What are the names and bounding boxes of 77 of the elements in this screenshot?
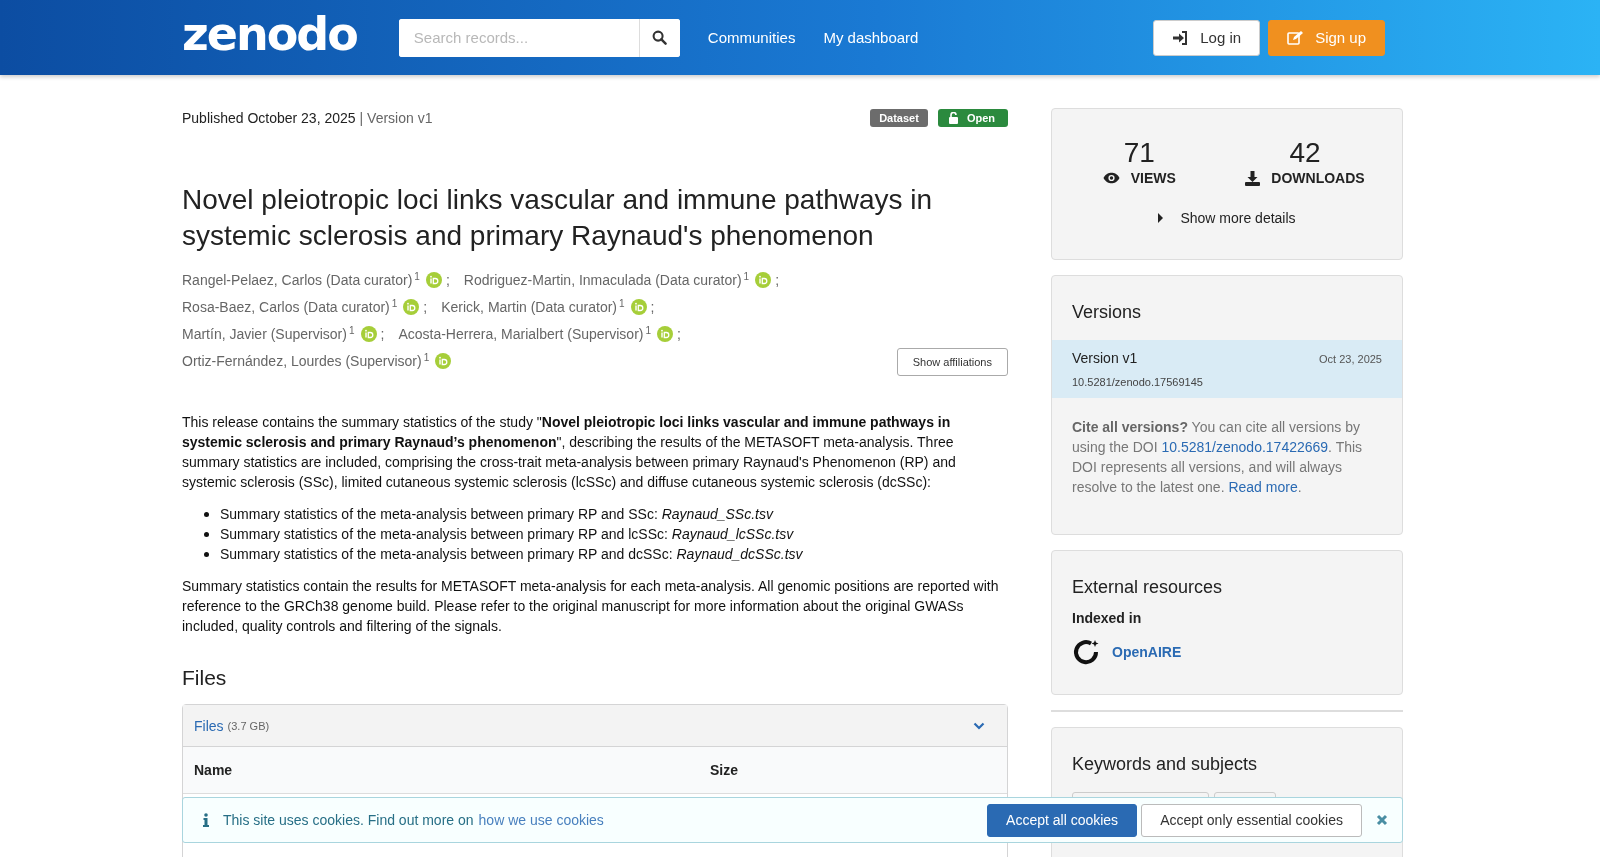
affiliation-mark: 1: [391, 299, 398, 309]
creator-link[interactable]: Rosa-Baez, Carlos (Data curator): [182, 298, 390, 315]
stat-value: 42: [1289, 139, 1321, 167]
stat-label: DOWNLOADS: [1271, 170, 1365, 186]
orcid-icon[interactable]: [435, 352, 452, 369]
list-item: Summary statistics of the meta-analysis between primary RP and lcSSc: Raynaud_lcSSc.tsv: [220, 525, 794, 544]
column-header: Size: [710, 762, 738, 778]
files-size: (3.7 GB): [227, 719, 270, 732]
version-item[interactable]: Version v1 Oct 23, 2025 10.5281/zenodo.17569145: [1052, 340, 1402, 398]
files-panel-header[interactable]: Files (3.7 GB): [183, 705, 1007, 747]
orcid-icon[interactable]: [630, 298, 647, 315]
orcid-icon[interactable]: [425, 271, 442, 288]
description-paragraph: This release contains the summary statistics of the study "Novel pleiotropic loci links vascular and immune pathways in systemic sclerosis and primary Raynaud’s phenomenon", describing the results of the METASOFT meta-analysis. Three summary statistics are included, comprising the cross-trait meta-analysis between primary Raynaud's Phenomenon (RP) and systemic sclerosis (SSc), limited cutaneous systemic sclerosis (lcSSc) and diffuse cutaneous systemic sclerosis (dcSSc):: [182, 413, 957, 492]
files-heading: Files: [182, 666, 228, 690]
description-paragraph: Summary statistics contain the results for METASOFT meta-analysis for each meta-analysis. All genomic positions are reported with reference to the GRCh38 genome build. Please refer to the original manuscript for more information about the original GWASs included, quality controls and filtering of the signals.: [182, 577, 1000, 636]
show-more-details-link[interactable]: Show more details: [1158, 210, 1296, 226]
affiliation-mark: 1: [423, 353, 430, 363]
affiliation-mark: 1: [743, 272, 750, 282]
info-icon: [203, 813, 209, 827]
logo[interactable]: zenodo: [182, 10, 357, 57]
affiliation-mark: 1: [645, 326, 652, 336]
separator: ;: [775, 271, 779, 288]
access-badge: Open: [937, 109, 1008, 127]
separator: ;: [423, 298, 428, 315]
close-icon[interactable]: [1376, 814, 1388, 826]
record-title: Novel pleiotropic loci links vascular and immune pathways in systemic sclerosis and primary Raynaud's phenomenon: [182, 183, 934, 253]
cookie-policy-link[interactable]: how we use cookies: [478, 812, 604, 828]
publication-date: Published October 23, 2025: [182, 110, 356, 126]
version-label: | Version v1: [359, 110, 433, 126]
eye-icon: [1102, 172, 1120, 184]
creator-link[interactable]: Martín, Javier (Supervisor): [182, 325, 347, 342]
separator: ;: [445, 271, 450, 288]
nav-link[interactable]: My dashboard: [823, 29, 919, 46]
nav-link[interactable]: Communities: [707, 29, 796, 46]
login-button[interactable]: Log in: [1153, 19, 1261, 56]
search-field[interactable]: Search records...: [398, 18, 680, 57]
card-title: Versions: [1072, 302, 1143, 323]
creator-link[interactable]: Kerick, Martin (Data curator): [441, 298, 618, 315]
orcid-icon[interactable]: [403, 298, 420, 315]
accept-essential-button[interactable]: Accept only essential cookies: [1141, 803, 1362, 837]
cite-text: Cite all versions? You can cite all versions by using the DOI 10.5281/zenodo.17422669. This DOI represents all versions, and will always resolve to the latest one. Read more.: [1072, 418, 1364, 497]
card-title: External resources: [1072, 577, 1224, 598]
orcid-icon[interactable]: [360, 325, 377, 342]
column-header: Name: [194, 762, 234, 778]
search-icon: [652, 30, 668, 45]
list-item: Summary statistics of the meta-analysis between primary RP and SSc: Raynaud_SSc.tsv: [220, 505, 773, 524]
affiliation-mark: 1: [414, 272, 420, 282]
card-title: Keywords and subjects: [1072, 754, 1259, 775]
separator: ;: [650, 298, 655, 315]
files-title[interactable]: Files: [194, 717, 224, 734]
separator: ;: [380, 325, 385, 342]
stat-value: 71: [1123, 139, 1155, 167]
stat-label: VIEWS: [1130, 170, 1176, 186]
creator-link[interactable]: Rangel-Pelaez, Carlos (Data curator): [182, 271, 413, 288]
edit-icon: [1287, 30, 1304, 45]
orcid-icon[interactable]: [755, 271, 772, 288]
caret-icon: [1158, 213, 1165, 223]
openaire-logo-icon: [1072, 638, 1100, 666]
cookie-text: This site uses cookies. Find out more on: [223, 812, 474, 828]
show-affiliations-button[interactable]: Show affiliations: [896, 348, 1008, 376]
accept-all-button[interactable]: Accept all cookies: [987, 803, 1138, 837]
type-badge: Dataset: [870, 109, 928, 127]
download-icon: [1245, 170, 1261, 186]
doi-link[interactable]: 10.5281/zenodo.17422669: [1161, 439, 1329, 455]
orcid-icon[interactable]: [657, 325, 674, 342]
search-button[interactable]: [638, 18, 680, 57]
sign-in-icon: [1172, 30, 1189, 45]
creator-link[interactable]: Rodriguez-Martin, Inmaculada (Data curator): [463, 271, 742, 288]
indexed-in-label: Indexed in: [1072, 610, 1143, 626]
creator-link[interactable]: Ortiz-Fernández, Lourdes (Supervisor): [182, 352, 422, 369]
affiliation-mark: 1: [619, 299, 625, 309]
read-more-link[interactable]: Read more: [1228, 479, 1298, 495]
openaire-link[interactable]: OpenAIRE: [1112, 644, 1182, 660]
separator: ;: [677, 325, 681, 342]
creator-link[interactable]: Acosta-Herrera, Marialbert (Supervisor): [398, 325, 644, 342]
list-item: Summary statistics of the meta-analysis between primary RP and dcSSc: Raynaud_dcSSc.tsv: [220, 545, 803, 564]
affiliation-mark: 1: [348, 326, 355, 336]
